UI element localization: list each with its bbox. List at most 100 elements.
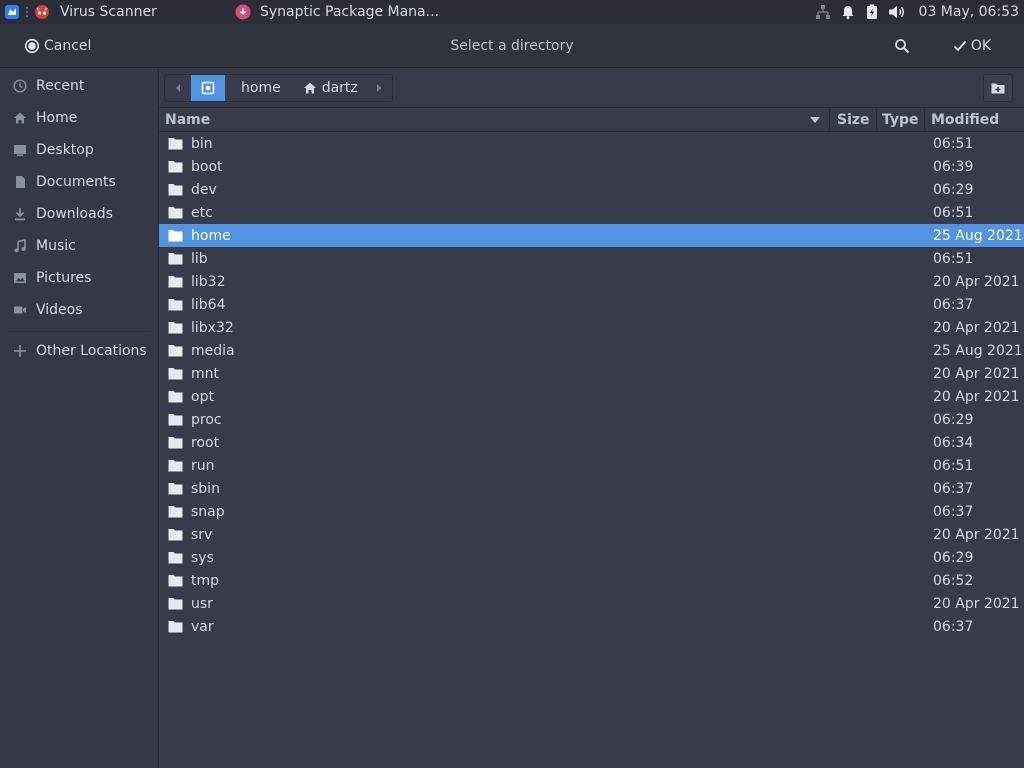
notification-bell-icon[interactable]	[840, 4, 856, 20]
folder-icon	[168, 528, 183, 541]
column-header-type[interactable]: Type	[882, 108, 919, 132]
file-modified: 06:29	[933, 181, 974, 198]
file-row-media[interactable]: media 25 Aug 2021	[159, 339, 1024, 362]
path-scroll-right-button[interactable]	[366, 75, 392, 101]
file-name: media	[191, 342, 235, 359]
file-row-lib32[interactable]: lib32 20 Apr 2021	[159, 270, 1024, 293]
file-row-bin[interactable]: bin 06:51	[159, 132, 1024, 155]
cancel-label: Cancel	[44, 38, 92, 54]
app-menu-icon[interactable]	[4, 4, 20, 20]
column-header-label: Size	[837, 112, 870, 128]
network-icon[interactable]	[815, 4, 831, 20]
new-folder-button[interactable]	[983, 74, 1013, 102]
plus-icon	[12, 343, 28, 359]
path-segment-label: home	[241, 80, 281, 96]
file-row-snap[interactable]: snap 06:37	[159, 500, 1024, 523]
sidebar-item-label: Desktop	[36, 142, 94, 158]
search-button[interactable]	[884, 32, 920, 60]
home-icon	[12, 110, 28, 126]
file-name: home	[191, 227, 231, 244]
file-row-etc[interactable]: etc 06:51	[159, 201, 1024, 224]
path-scroll-left-button[interactable]	[165, 75, 191, 101]
file-name: snap	[191, 503, 225, 520]
file-name: run	[191, 457, 215, 474]
file-row-lib64[interactable]: lib64 06:37	[159, 293, 1024, 316]
path-bar: home dartz	[159, 68, 1024, 108]
sidebar-item-other-locations[interactable]: Other Locations	[0, 336, 159, 366]
file-name: proc	[191, 411, 222, 428]
clock-icon	[12, 78, 28, 94]
file-modified: 06:37	[933, 618, 974, 635]
synaptic-icon	[235, 4, 251, 20]
file-modified: 06:34	[933, 434, 974, 451]
separator-dots-icon	[25, 6, 29, 18]
folder-icon	[168, 367, 183, 380]
column-header-size[interactable]: Size	[837, 108, 870, 132]
folder-icon	[168, 390, 183, 403]
sidebar-item-documents[interactable]: Documents	[0, 167, 159, 197]
sidebar-item-home[interactable]: Home	[0, 103, 159, 133]
folder-icon	[168, 160, 183, 173]
file-modified: 06:51	[933, 457, 974, 474]
taskbar-task-virus-scanner[interactable]: Virus Scanner	[34, 0, 157, 24]
column-header-name[interactable]: Name	[165, 108, 825, 132]
file-row-sbin[interactable]: sbin 06:37	[159, 477, 1024, 500]
file-modified: 20 Apr 2021	[933, 595, 1020, 612]
column-header-modified[interactable]: Modified	[931, 108, 999, 132]
search-icon	[894, 38, 910, 54]
sidebar-item-recent[interactable]: Recent	[0, 71, 159, 101]
file-name: libx32	[191, 319, 234, 336]
chevron-right-icon	[376, 84, 381, 92]
cancel-button[interactable]: Cancel	[14, 32, 101, 60]
home-icon	[303, 81, 317, 95]
folder-icon	[168, 413, 183, 426]
volume-icon[interactable]	[888, 4, 906, 20]
ok-button[interactable]: OK	[944, 32, 1000, 60]
sidebar-item-videos[interactable]: Videos	[0, 295, 159, 325]
battery-icon[interactable]	[864, 4, 880, 20]
file-row-var[interactable]: var 06:37	[159, 615, 1024, 638]
column-separator	[829, 108, 830, 132]
file-modified: 06:51	[933, 204, 974, 221]
taskbar-task-synaptic[interactable]: Synaptic Package Mana...	[235, 0, 439, 24]
file-row-home[interactable]: home 25 Aug 2021	[159, 224, 1024, 247]
file-name: lib64	[191, 296, 226, 313]
virus-scanner-icon	[34, 4, 50, 20]
file-row-tmp[interactable]: tmp 06:52	[159, 569, 1024, 592]
path-segment-home[interactable]: home	[225, 75, 295, 101]
file-row-proc[interactable]: proc 06:29	[159, 408, 1024, 431]
folder-icon	[168, 436, 183, 449]
file-row-sys[interactable]: sys 06:29	[159, 546, 1024, 569]
sidebar-item-label: Other Locations	[36, 343, 147, 359]
file-row-lib[interactable]: lib 06:51	[159, 247, 1024, 270]
file-row-dev[interactable]: dev 06:29	[159, 178, 1024, 201]
drive-icon	[201, 81, 215, 95]
file-row-libx32[interactable]: libx32 20 Apr 2021	[159, 316, 1024, 339]
music-icon	[12, 238, 28, 254]
desktop-icon	[12, 142, 28, 158]
dialog-title: Select a directory	[450, 38, 574, 54]
path-root-button[interactable]	[191, 75, 225, 101]
column-separator	[924, 108, 925, 132]
sidebar-item-desktop[interactable]: Desktop	[0, 135, 159, 165]
file-row-srv[interactable]: srv 20 Apr 2021	[159, 523, 1024, 546]
file-row-usr[interactable]: usr 20 Apr 2021	[159, 592, 1024, 615]
column-separator	[876, 108, 877, 132]
path-segment-label: dartz	[321, 80, 358, 96]
sidebar-item-pictures[interactable]: Pictures	[0, 263, 159, 293]
sidebar-item-label: Videos	[36, 302, 83, 318]
path-segment-dartz[interactable]: dartz	[295, 75, 366, 101]
file-row-root[interactable]: root 06:34	[159, 431, 1024, 454]
file-row-boot[interactable]: boot 06:39	[159, 155, 1024, 178]
file-row-mnt[interactable]: mnt 20 Apr 2021	[159, 362, 1024, 385]
sidebar-separator	[8, 331, 151, 332]
sidebar-item-downloads[interactable]: Downloads	[0, 199, 159, 229]
file-name: etc	[191, 204, 213, 221]
taskbar: Virus Scanner Synaptic Package Mana... 0…	[0, 0, 1024, 24]
file-name: root	[191, 434, 220, 451]
file-row-opt[interactable]: opt 20 Apr 2021	[159, 385, 1024, 408]
file-row-run[interactable]: run 06:51	[159, 454, 1024, 477]
clock[interactable]: 03 May, 06:53	[919, 4, 1019, 20]
sidebar-item-music[interactable]: Music	[0, 231, 159, 261]
sidebar-item-label: Pictures	[36, 270, 92, 286]
